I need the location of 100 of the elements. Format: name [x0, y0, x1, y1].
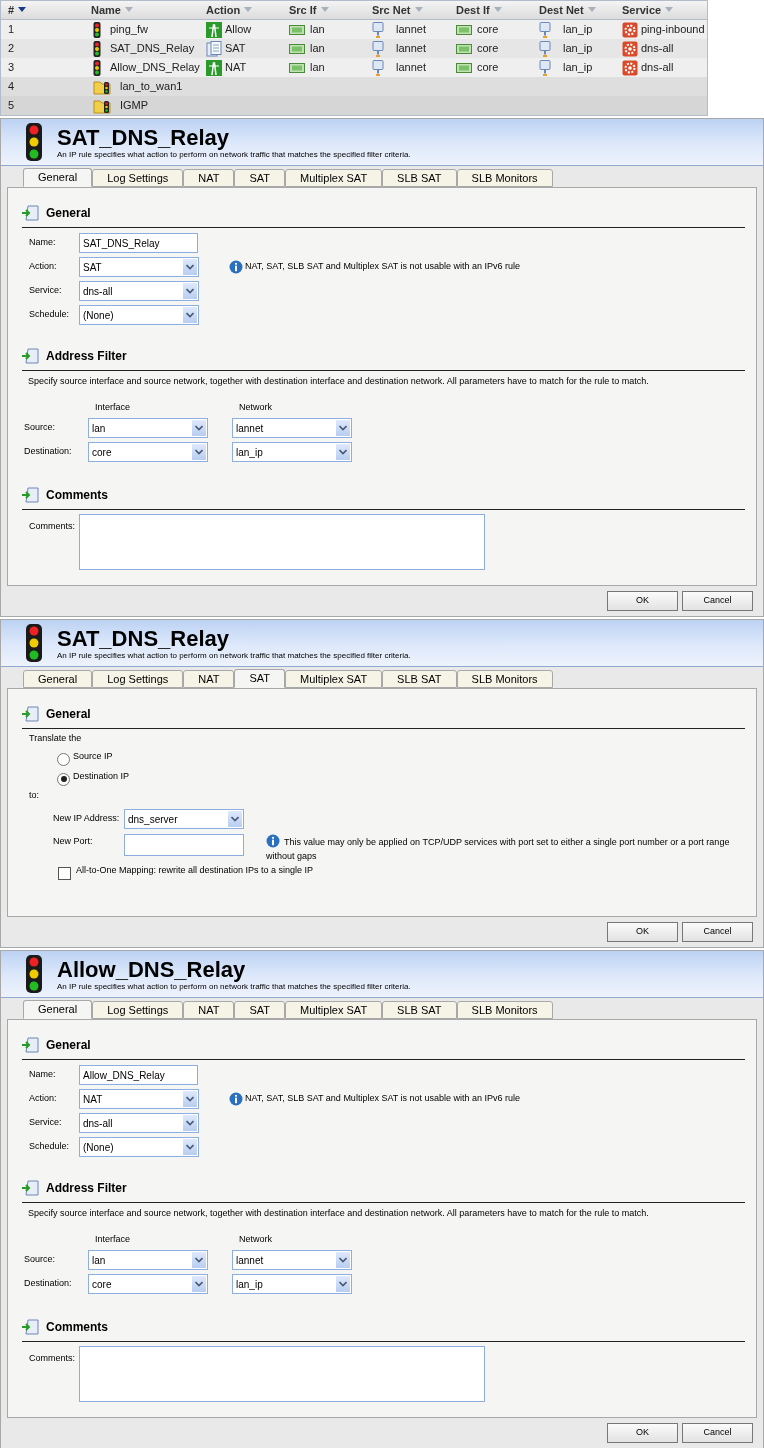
dialog-button[interactable]: OK — [607, 922, 678, 942]
table-cell-text: Allow_DNS_Relay — [110, 60, 200, 76]
radio-button[interactable] — [57, 772, 70, 786]
dropdown[interactable]: dns-all — [79, 281, 199, 301]
arrow-page-icon — [22, 205, 40, 221]
field-label: New IP Address: — [53, 812, 121, 826]
tab[interactable]: Log Settings — [92, 670, 184, 688]
column-header[interactable]: Src If — [289, 1, 317, 19]
info-note: NAT, SAT, SLB SAT and Multiplex SAT is not usable with an IPv6 rule — [245, 260, 521, 274]
chevron-down-icon — [186, 312, 194, 318]
input-field[interactable]: Allow_DNS_Relay — [79, 1065, 198, 1085]
tab[interactable]: SLB SAT — [382, 1001, 457, 1019]
dialog-button[interactable]: Cancel — [682, 1423, 753, 1443]
tab[interactable]: NAT — [183, 1001, 235, 1019]
column-header[interactable]: Dest If — [456, 1, 490, 19]
dropdown[interactable]: lannet — [232, 418, 352, 438]
input-field[interactable] — [124, 834, 244, 856]
column-header[interactable]: Dest Net — [539, 1, 584, 19]
dropdown[interactable]: lan_ip — [232, 442, 352, 462]
tab[interactable]: Log Settings — [92, 1001, 184, 1019]
table-cell-text: NAT — [225, 60, 247, 76]
column-label: Network — [239, 400, 272, 414]
tab[interactable]: Multiplex SAT — [285, 169, 383, 187]
column-header[interactable]: Src Net — [372, 1, 411, 19]
monitor-icon — [372, 21, 384, 38]
comments-field[interactable] — [79, 514, 485, 570]
tab[interactable]: SAT — [234, 669, 286, 688]
column-header[interactable]: # — [8, 1, 15, 19]
column-header[interactable]: Name — [91, 1, 121, 19]
dropdown[interactable]: lan_ip — [232, 1274, 352, 1294]
table-cell-text: 1 — [7, 22, 16, 38]
dropdown[interactable]: (None) — [79, 1137, 199, 1157]
arrow-page-icon — [22, 706, 40, 722]
traffic-light-icon — [93, 40, 101, 57]
folder-traffic-light-icon — [93, 97, 111, 114]
checkbox[interactable] — [58, 867, 71, 880]
input-field[interactable]: SAT_DNS_Relay — [79, 233, 198, 253]
dropdown[interactable]: dns_server — [124, 809, 244, 829]
table-cell-text: lan — [310, 60, 325, 76]
table-cell-text: Allow — [225, 22, 252, 38]
dropdown[interactable]: SAT — [79, 257, 199, 277]
tab[interactable]: Log Settings — [92, 169, 184, 187]
dropdown[interactable]: NAT — [79, 1089, 199, 1109]
tab[interactable]: SLB Monitors — [456, 1001, 553, 1019]
field-label: New Port: — [53, 835, 94, 848]
tab[interactable]: SLB Monitors — [456, 169, 553, 187]
tab[interactable]: SLB SAT — [382, 169, 457, 187]
info-icon — [229, 260, 243, 274]
table-cell-text: 5 — [7, 98, 16, 114]
dialog-button[interactable]: Cancel — [682, 922, 753, 942]
field-label: Destination: — [24, 445, 73, 459]
tab[interactable]: Multiplex SAT — [285, 670, 383, 688]
network-card-icon — [456, 42, 472, 55]
arrow-page-icon — [22, 487, 40, 503]
tab[interactable]: General — [23, 670, 93, 688]
dialog-button[interactable]: OK — [607, 591, 678, 611]
traffic-light-icon — [93, 21, 101, 38]
dialog-button[interactable]: OK — [607, 1423, 678, 1443]
radio-button[interactable] — [57, 752, 70, 766]
tab[interactable]: General — [23, 1000, 93, 1019]
tab[interactable]: SLB Monitors — [456, 670, 553, 688]
arrow-page-icon — [22, 1180, 40, 1196]
tab[interactable]: Multiplex SAT — [285, 1001, 383, 1019]
dropdown[interactable]: lannet — [232, 1250, 352, 1270]
column-header[interactable]: Service — [622, 1, 662, 19]
column-header[interactable]: Action — [206, 1, 241, 19]
table-cell-text: lannet — [396, 60, 426, 76]
table-cell-text: lan_ip — [563, 41, 593, 57]
gear-icon — [622, 21, 638, 38]
comments-field[interactable] — [79, 1346, 485, 1402]
tab[interactable]: General — [23, 168, 93, 187]
field-label: Translate the — [28, 732, 83, 745]
tab[interactable]: NAT — [183, 670, 235, 688]
info-icon — [266, 834, 280, 848]
field-label: Comments: — [29, 520, 76, 533]
dialog-button[interactable]: Cancel — [682, 591, 753, 611]
section-heading: General — [46, 706, 91, 723]
chevron-down-icon — [339, 1257, 347, 1263]
field-label: Destination: — [24, 1277, 73, 1291]
section-description: Specify source interface and source network, together with destination interface and destination network. All parameters have to match for the rule to match. — [27, 375, 650, 388]
arrow-page-icon — [22, 1319, 40, 1335]
dropdown[interactable]: core — [88, 442, 208, 462]
table-cell-text: core — [477, 60, 499, 76]
chevron-down-icon — [186, 1096, 194, 1102]
table-cell-text: lannet — [396, 41, 426, 57]
arrow-page-icon — [22, 1037, 40, 1053]
dropdown[interactable]: (None) — [79, 305, 199, 325]
dropdown[interactable]: lan — [88, 418, 208, 438]
chevron-down-icon — [339, 1281, 347, 1287]
field-label: to: — [28, 788, 40, 802]
tab[interactable]: SLB SAT — [382, 670, 457, 688]
dropdown[interactable]: core — [88, 1274, 208, 1294]
tab[interactable]: SAT — [234, 169, 286, 187]
tab[interactable]: SAT — [234, 1001, 286, 1019]
table-cell-text: SAT_DNS_Relay — [110, 41, 195, 57]
table-cell-text: dns-all — [641, 41, 674, 57]
dropdown[interactable]: dns-all — [79, 1113, 199, 1133]
info-note: NAT, SAT, SLB SAT and Multiplex SAT is not usable with an IPv6 rule — [245, 1092, 521, 1106]
dropdown[interactable]: lan — [88, 1250, 208, 1270]
tab[interactable]: NAT — [183, 169, 235, 187]
